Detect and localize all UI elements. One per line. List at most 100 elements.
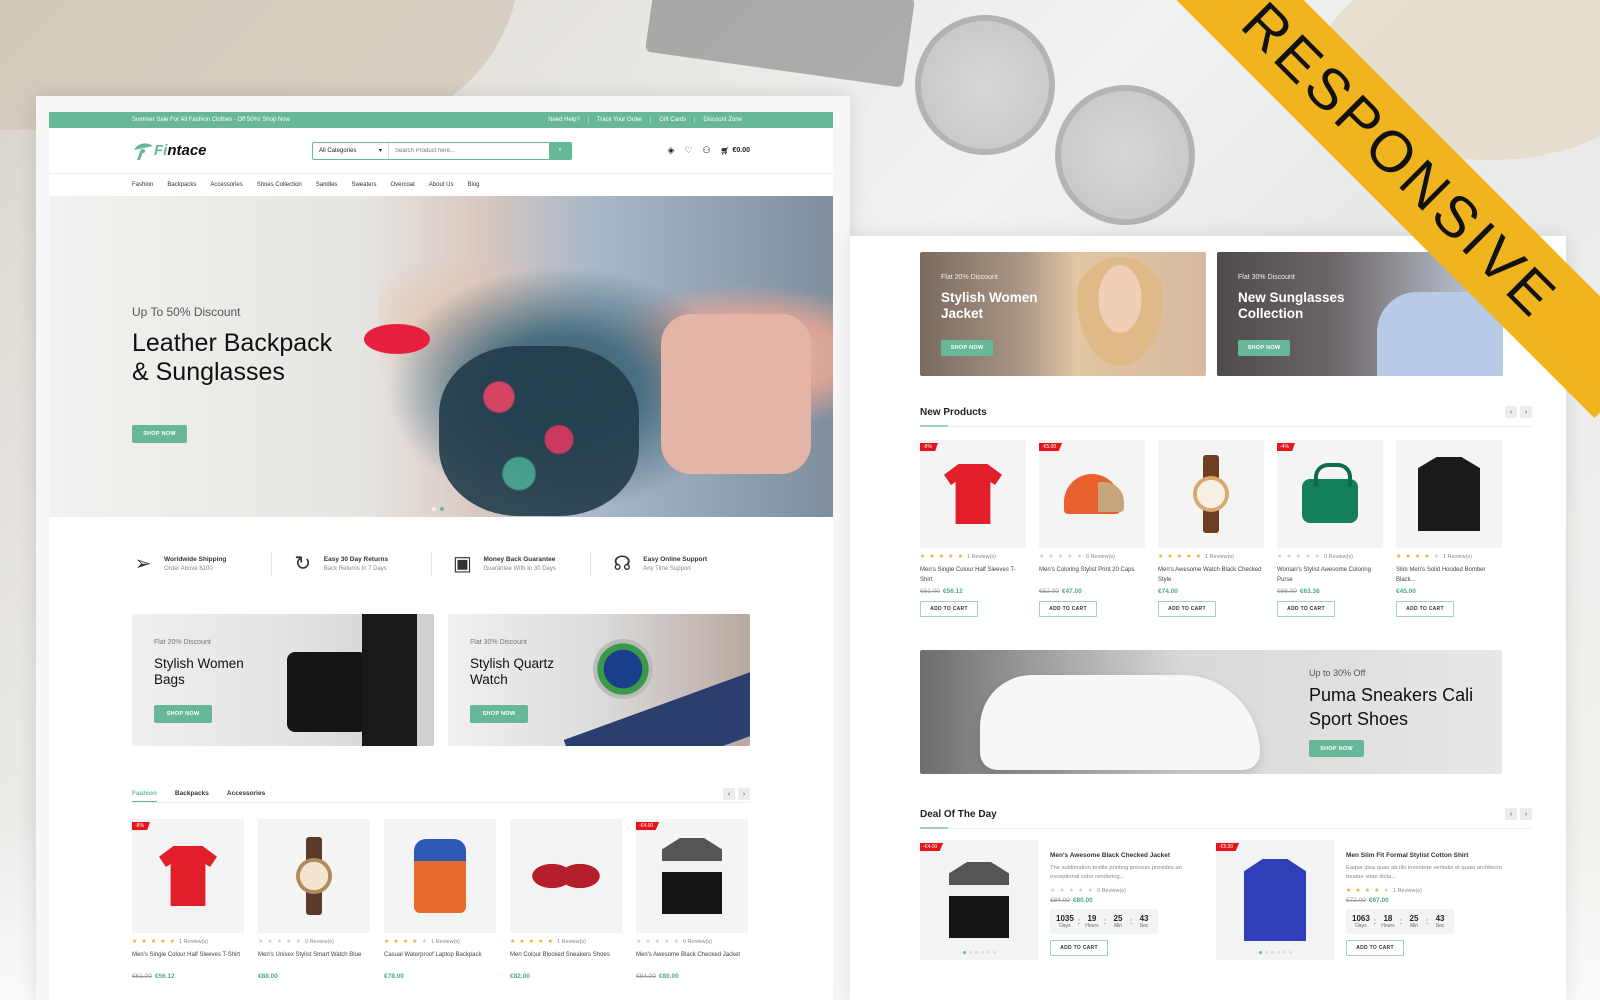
- product-card[interactable]: ★ ★ ★ ★ ★ 0 Review(s) Men's Unisex Stylist Sma…: [258, 819, 370, 980]
- image-dot[interactable]: [1282, 951, 1286, 954]
- nav-backpacks[interactable]: Backpacks: [167, 182, 196, 188]
- search-button[interactable]: ⌕: [549, 142, 571, 159]
- product-name[interactable]: Men's Awesome Black Checked Jacket: [636, 950, 748, 970]
- shop-now-button[interactable]: SHOP NOW: [1238, 340, 1290, 356]
- image-dot[interactable]: [974, 951, 978, 954]
- product-name[interactable]: Men's Awesome Watch Black Checked Style: [1158, 565, 1264, 585]
- promo-banner-women-jacket[interactable]: Flat 20% Discount Stylish Women Jacket SH…: [920, 252, 1206, 376]
- hero-shop-now-button[interactable]: SHOP NOW: [132, 425, 187, 443]
- product-image[interactable]: [1396, 440, 1502, 548]
- countdown-timer: 1063 Days:18 Hours:25 Min:43 Sec: [1346, 909, 1454, 934]
- image-dot[interactable]: [1288, 951, 1292, 954]
- image-dot[interactable]: [968, 951, 972, 954]
- product-name[interactable]: Casual Waterproof Laptop Backpack: [384, 950, 496, 970]
- product-card[interactable]: -€5.00 ★ ★ ★ ★ ★ 0 Review(s) Men's Coloring Sty…: [1039, 440, 1145, 617]
- add-to-cart-button[interactable]: ADD TO CART: [920, 601, 978, 617]
- product-card[interactable]: -8% ★ ★ ★ ★ ★ 1 Review(s) Men's Single Colour H…: [132, 819, 244, 980]
- product-image[interactable]: [510, 819, 622, 933]
- image-dot-active[interactable]: [1258, 951, 1262, 954]
- product-image[interactable]: [384, 819, 496, 933]
- image-dot[interactable]: [1264, 951, 1268, 954]
- product-card[interactable]: ★ ★ ★ ★ ★ 1 Review(s) Men Colour Blocked Sneak…: [510, 819, 622, 980]
- image-dot[interactable]: [980, 951, 984, 954]
- top-link-gift-cards[interactable]: Gift Cards: [650, 117, 694, 123]
- deal-image[interactable]: -€4.00: [920, 840, 1038, 960]
- tab-accessories[interactable]: Accessories: [227, 786, 265, 802]
- nav-overcoat[interactable]: Overcoat: [390, 182, 414, 188]
- product-image[interactable]: [1158, 440, 1264, 548]
- shop-now-button[interactable]: SHOP NOW: [154, 705, 212, 723]
- image-dot[interactable]: [986, 951, 990, 954]
- star-icon: ★: [1186, 554, 1192, 560]
- image-dot[interactable]: [992, 951, 996, 954]
- banner-title-line1: Stylish Women: [154, 656, 244, 671]
- product-card[interactable]: ★ ★ ★ ★ ★ 1 Review(s) Slim Men's Solid Hooded …: [1396, 440, 1502, 617]
- nav-about-us[interactable]: About Us: [429, 182, 454, 188]
- sneaker-banner[interactable]: Up to 30% Off Puma Sneakers Cali Sport Sh…: [920, 650, 1502, 774]
- nav-accessories[interactable]: Accessories: [210, 182, 242, 188]
- product-card[interactable]: -8% ★ ★ ★ ★ ★ 1 Review(s) Men's Single Colour H…: [920, 440, 1026, 617]
- add-to-cart-button[interactable]: ADD TO CART: [1346, 940, 1404, 956]
- logo[interactable]: Fintace: [132, 140, 312, 162]
- add-to-cart-button[interactable]: ADD TO CART: [1396, 601, 1454, 617]
- image-dot-active[interactable]: [962, 951, 966, 954]
- product-image[interactable]: [258, 819, 370, 933]
- product-name[interactable]: Men's Single Colour Half Sleeves T-Shirt: [920, 565, 1026, 585]
- product-name[interactable]: Woman's Stylist Awesome Coloring Purse: [1277, 565, 1383, 585]
- category-select[interactable]: All Categories ▾: [313, 142, 389, 159]
- deal-name[interactable]: Men Slim Fit Formal Stylist Cotton Shirt: [1346, 852, 1504, 859]
- product-image[interactable]: -4%: [1277, 440, 1383, 548]
- next-arrow-icon[interactable]: ›: [738, 788, 750, 800]
- product-name[interactable]: Men's Coloring Stylist Print 20 Caps: [1039, 565, 1145, 585]
- promo-banner-quartz-watch[interactable]: Flat 30% Discount Stylish Quartz Watch SH…: [448, 614, 750, 746]
- deal-name[interactable]: Men's Awesome Black Checked Jacket: [1050, 852, 1208, 859]
- prev-arrow-icon[interactable]: ‹: [1505, 808, 1517, 820]
- deal-image[interactable]: -€5.00: [1216, 840, 1334, 960]
- tab-fashion[interactable]: Fashion: [132, 786, 157, 802]
- product-image[interactable]: -8%: [132, 819, 244, 933]
- prev-arrow-icon[interactable]: ‹: [1505, 406, 1517, 418]
- slide-dot[interactable]: [432, 507, 436, 511]
- product-name[interactable]: Men's Unisex Stylist Smart Watch Blue: [258, 950, 370, 970]
- product-card[interactable]: ★ ★ ★ ★ ★ 1 Review(s) Casual Waterproof Laptop…: [384, 819, 496, 980]
- top-link-track-order[interactable]: Track Your Order: [587, 117, 650, 123]
- star-icon: ★: [664, 939, 670, 945]
- product-image[interactable]: -8%: [920, 440, 1026, 548]
- image-dot[interactable]: [1270, 951, 1274, 954]
- promo-banner-women-bags[interactable]: Flat 20% Discount Stylish Women Bags SHOP…: [132, 614, 434, 746]
- top-link-help[interactable]: Need Help?: [540, 117, 588, 123]
- top-link-discount-zone[interactable]: Discount Zone: [694, 117, 750, 123]
- cart-button[interactable]: 🛒︎ €0.00: [721, 147, 750, 155]
- product-image[interactable]: -€5.00: [1039, 440, 1145, 548]
- nav-sandles[interactable]: Sandles: [316, 182, 338, 188]
- image-dot[interactable]: [1276, 951, 1280, 954]
- compare-icon[interactable]: ◈: [668, 145, 675, 156]
- slide-dot-active[interactable]: [440, 507, 444, 511]
- next-arrow-icon[interactable]: ›: [1520, 808, 1532, 820]
- product-card[interactable]: -€4.00 ★ ★ ★ ★ ★ 0 Review(s) Men's Awesome Blac…: [636, 819, 748, 980]
- product-card[interactable]: ★ ★ ★ ★ ★ 1 Review(s) Men's Awesome Watch Blac…: [1158, 440, 1264, 617]
- shop-now-button[interactable]: SHOP NOW: [470, 705, 528, 723]
- add-to-cart-button[interactable]: ADD TO CART: [1158, 601, 1216, 617]
- search-input[interactable]: [389, 142, 549, 159]
- shop-now-button[interactable]: SHOP NOW: [1309, 740, 1364, 757]
- shop-now-button[interactable]: SHOP NOW: [941, 340, 993, 356]
- user-icon[interactable]: ⚇: [703, 145, 711, 156]
- wishlist-icon[interactable]: ♡: [684, 145, 692, 156]
- prev-arrow-icon[interactable]: ‹: [723, 788, 735, 800]
- product-name[interactable]: Men Colour Blocked Sneakers Shoes: [510, 950, 622, 970]
- add-to-cart-button[interactable]: ADD TO CART: [1050, 940, 1108, 956]
- product-name[interactable]: Slim Men's Solid Hooded Bomber Black...: [1396, 565, 1502, 585]
- add-to-cart-button[interactable]: ADD TO CART: [1277, 601, 1335, 617]
- product-image[interactable]: -€4.00: [636, 819, 748, 933]
- product-card[interactable]: -4% ★ ★ ★ ★ ★ 0 Review(s) Woman's Stylist Aweso…: [1277, 440, 1383, 617]
- tab-backpacks[interactable]: Backpacks: [175, 786, 209, 802]
- promo-text[interactable]: Summer Sale For All Fashion Clothes - Of…: [132, 117, 540, 123]
- nav-shoes-collection[interactable]: Shoes Collection: [257, 182, 302, 188]
- product-name[interactable]: Men's Single Colour Half Sleeves T-Shirt: [132, 950, 244, 970]
- nav-fashion[interactable]: Fashion: [132, 182, 153, 188]
- nav-blog[interactable]: Blog: [467, 182, 479, 188]
- add-to-cart-button[interactable]: ADD TO CART: [1039, 601, 1097, 617]
- nav-sweaters[interactable]: Sweaters: [351, 182, 376, 188]
- next-arrow-icon[interactable]: ›: [1520, 406, 1532, 418]
